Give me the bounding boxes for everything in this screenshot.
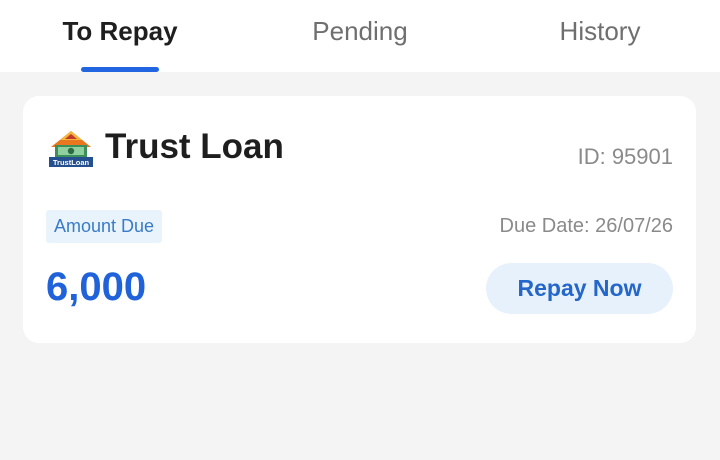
due-date: Due Date: 26/07/26 bbox=[499, 215, 673, 237]
tab-to-repay-label: To Repay bbox=[62, 16, 178, 46]
repay-now-button[interactable]: Repay Now bbox=[486, 263, 673, 314]
loan-name: Trust Loan bbox=[105, 127, 284, 166]
repayment-screen: To Repay Pending History TrustLoan Trust… bbox=[0, 0, 720, 460]
tab-bar: To Repay Pending History bbox=[0, 0, 720, 72]
active-tab-indicator bbox=[81, 67, 159, 72]
tab-history-label: History bbox=[559, 16, 641, 46]
trust-loan-logo-icon: TrustLoan bbox=[49, 131, 93, 167]
loan-card: TrustLoan Trust Loan ID: 95901 Amount Du… bbox=[23, 96, 696, 343]
tab-pending-label: Pending bbox=[312, 16, 408, 46]
loan-id: ID: 95901 bbox=[577, 144, 673, 169]
tab-pending[interactable]: Pending bbox=[280, 0, 440, 72]
logo-text: TrustLoan bbox=[53, 158, 90, 167]
amount-due-badge: Amount Due bbox=[46, 210, 163, 243]
amount-due-value: 6,000 bbox=[46, 265, 147, 309]
tab-history[interactable]: History bbox=[520, 0, 680, 72]
tab-to-repay[interactable]: To Repay bbox=[40, 0, 200, 72]
